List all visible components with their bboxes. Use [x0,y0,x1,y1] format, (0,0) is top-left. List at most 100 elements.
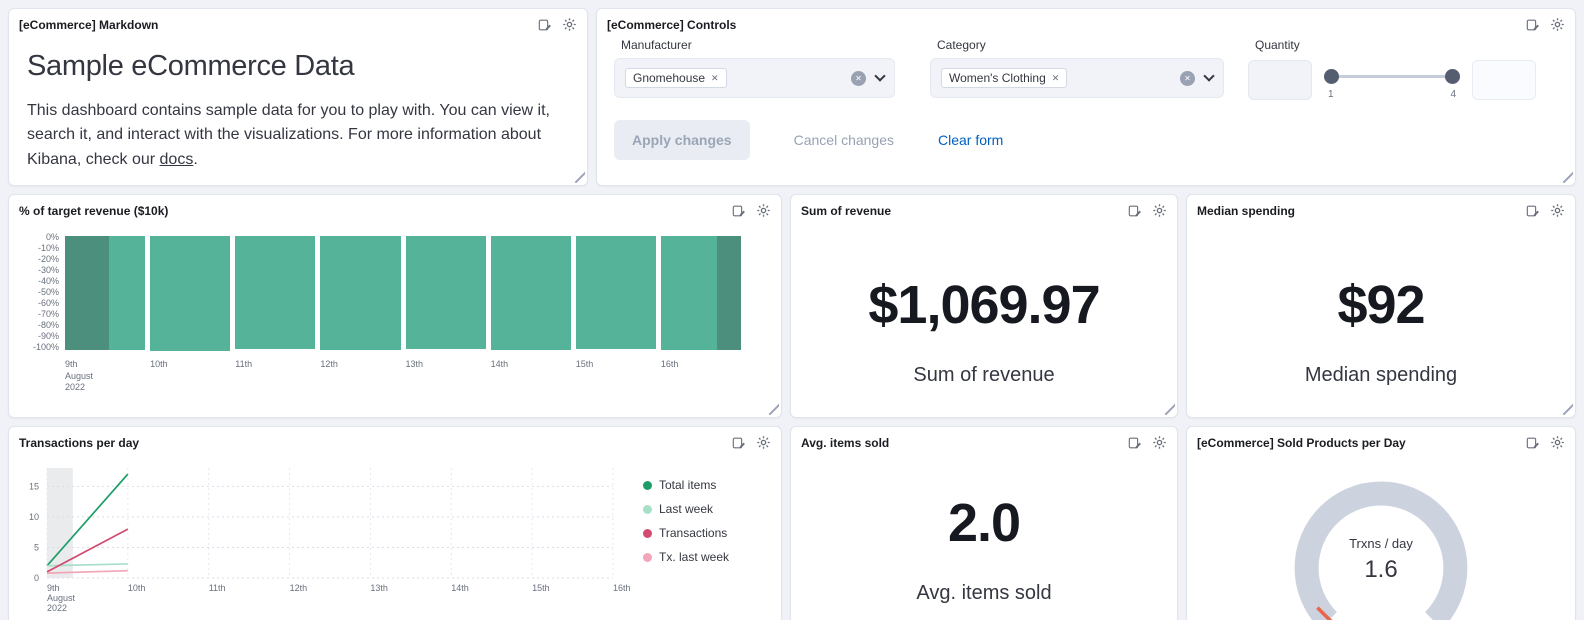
category-combobox[interactable]: Women's Clothing ✕ ✕ [930,58,1224,98]
svg-text:15th: 15th [532,583,550,593]
axis-tick-label: -20% [37,254,59,264]
metric-median-spending: $92 Median spending [1187,274,1575,387]
category-label: Category [937,38,986,52]
panel-settings-gear-icon[interactable] [1152,435,1167,450]
edit-panel-icon[interactable] [1128,436,1142,450]
panel-resize-handle[interactable] [1559,169,1573,183]
edit-panel-icon[interactable] [1526,204,1540,218]
axis-tick-label: -100% [32,342,59,352]
pill-label: Gnomehouse [633,71,706,85]
svg-text:August: August [47,593,76,603]
gauge-text: Trxns / day 1.6 [1261,536,1501,584]
edit-panel-icon[interactable] [538,18,552,32]
axis-tick-label: 12th [320,359,338,369]
panel-resize-handle[interactable] [765,401,779,415]
revenue-bar[interactable] [490,236,571,350]
panel-settings-gear-icon[interactable] [1550,17,1565,32]
legend-label: Tx. last week [659,550,730,564]
quantity-max-input[interactable] [1472,60,1536,100]
legend-item[interactable]: Last week [643,502,729,516]
panel-title: Transactions per day [19,435,140,450]
axis-tick-label: 13th [405,359,424,369]
slider-max-label: 4 [1450,89,1456,100]
edit-panel-icon[interactable] [1128,204,1142,218]
panel-settings-gear-icon[interactable] [562,17,577,32]
docs-link[interactable]: docs [160,151,194,168]
panel-title: [eCommerce] Sold Products per Day [1197,435,1406,450]
revenue-bar[interactable] [405,236,486,349]
axis-tick-label: -70% [37,309,59,319]
legend-dot-icon [643,528,652,538]
revenue-bars[interactable] [65,236,741,356]
panel-settings-gear-icon[interactable] [756,203,771,218]
cancel-changes-button[interactable]: Cancel changes [794,132,894,148]
edit-panel-icon[interactable] [1526,18,1540,32]
panel-settings-gear-icon[interactable] [756,435,771,450]
legend-label: Transactions [659,526,728,540]
markdown-paragraph: This dashboard contains sample data for … [27,99,569,172]
legend-dot-icon [643,480,652,490]
slider-track[interactable] [1328,75,1456,78]
pill-label: Women's Clothing [949,71,1046,85]
legend-item[interactable]: Total items [643,478,729,492]
panel-title: [eCommerce] Controls [607,17,737,32]
pill-remove-icon[interactable]: ✕ [711,73,719,84]
axis-tick-label: 0% [45,232,59,242]
markdown-text-end: . [193,150,198,168]
panel-markdown: [eCommerce] Markdown Sample eCommerce Da… [8,8,588,186]
svg-text:13th: 13th [370,583,388,593]
slider-handle-max[interactable] [1445,69,1460,84]
metric-label: Sum of revenue [913,364,1055,386]
revenue-bar[interactable] [150,236,231,352]
combobox-clear-icon[interactable]: ✕ [1180,70,1195,86]
quantity-min-input[interactable] [1248,60,1312,100]
clear-form-button[interactable]: Clear form [938,132,1003,148]
panel-title: Avg. items sold [801,435,890,450]
axis-tick-label: -50% [37,287,59,297]
legend-item[interactable]: Transactions [643,526,729,540]
revenue-y-axis: 0% -10% -20% -30% -40% -50% -60% -70% -80% -90% -1… [19,232,65,352]
revenue-bar-chart[interactable]: 0% -10% -20% -30% -40% -50% -60% -70% -80% -90% -1… [9,218,781,394]
panel-settings-gear-icon[interactable] [1152,203,1167,218]
slider-handle-min[interactable] [1324,69,1339,84]
transactions-chart[interactable]: 0 5 10 15 9thAugust2022 10th 11th 12th 13th 14th 1… [13,454,633,620]
quantity-range-slider[interactable]: 1 4 [1324,58,1460,102]
edit-panel-icon[interactable] [1526,436,1540,450]
legend-item[interactable]: Tx. last week [643,550,729,564]
gauge-value: 1.6 [1364,556,1398,583]
svg-text:11th: 11th [209,583,226,593]
legend-label: Total items [659,478,717,492]
chevron-down-icon[interactable] [874,70,886,82]
revenue-bar[interactable] [575,236,656,349]
manufacturer-combobox[interactable]: Gnomehouse ✕ ✕ [614,58,895,98]
transactions-legend: Total items Last week Transactions Tx. last… [643,478,729,620]
pill-remove-icon[interactable]: ✕ [1052,73,1060,84]
revenue-bar[interactable] [660,236,741,350]
legend-dot-icon [643,504,652,514]
revenue-bar[interactable] [235,236,316,349]
axis-tick-label: 14th [490,359,509,369]
edit-panel-icon[interactable] [732,204,746,218]
metric-label: Avg. items sold [916,582,1052,604]
edit-panel-icon[interactable] [732,436,746,450]
panel-settings-gear-icon[interactable] [1550,203,1565,218]
revenue-bar[interactable] [65,236,146,350]
panel-settings-gear-icon[interactable] [1550,435,1565,450]
panel-resize-handle[interactable] [571,169,585,183]
metric-sum-of-revenue: $1,069.97 Sum of revenue [791,274,1177,387]
markdown-content: Sample eCommerce Data This dashboard con… [9,32,587,172]
chevron-down-icon[interactable] [1203,70,1215,82]
panel-resize-handle[interactable] [1161,401,1175,415]
manufacturer-pill[interactable]: Gnomehouse ✕ [625,68,727,88]
apply-changes-button[interactable]: Apply changes [614,120,750,160]
svg-text:10th: 10th [128,583,146,593]
svg-text:15: 15 [29,481,39,491]
axis-tick-label: -80% [37,320,59,330]
gauge-label: Trxns / day [1349,536,1413,551]
panel-resize-handle[interactable] [1559,401,1573,415]
axis-tick-label: -10% [37,243,59,253]
panel-median-spending: Median spending $92 Median spending [1186,194,1576,418]
combobox-clear-icon[interactable]: ✕ [851,70,866,86]
revenue-bar[interactable] [320,236,401,350]
category-pill[interactable]: Women's Clothing ✕ [941,68,1068,88]
